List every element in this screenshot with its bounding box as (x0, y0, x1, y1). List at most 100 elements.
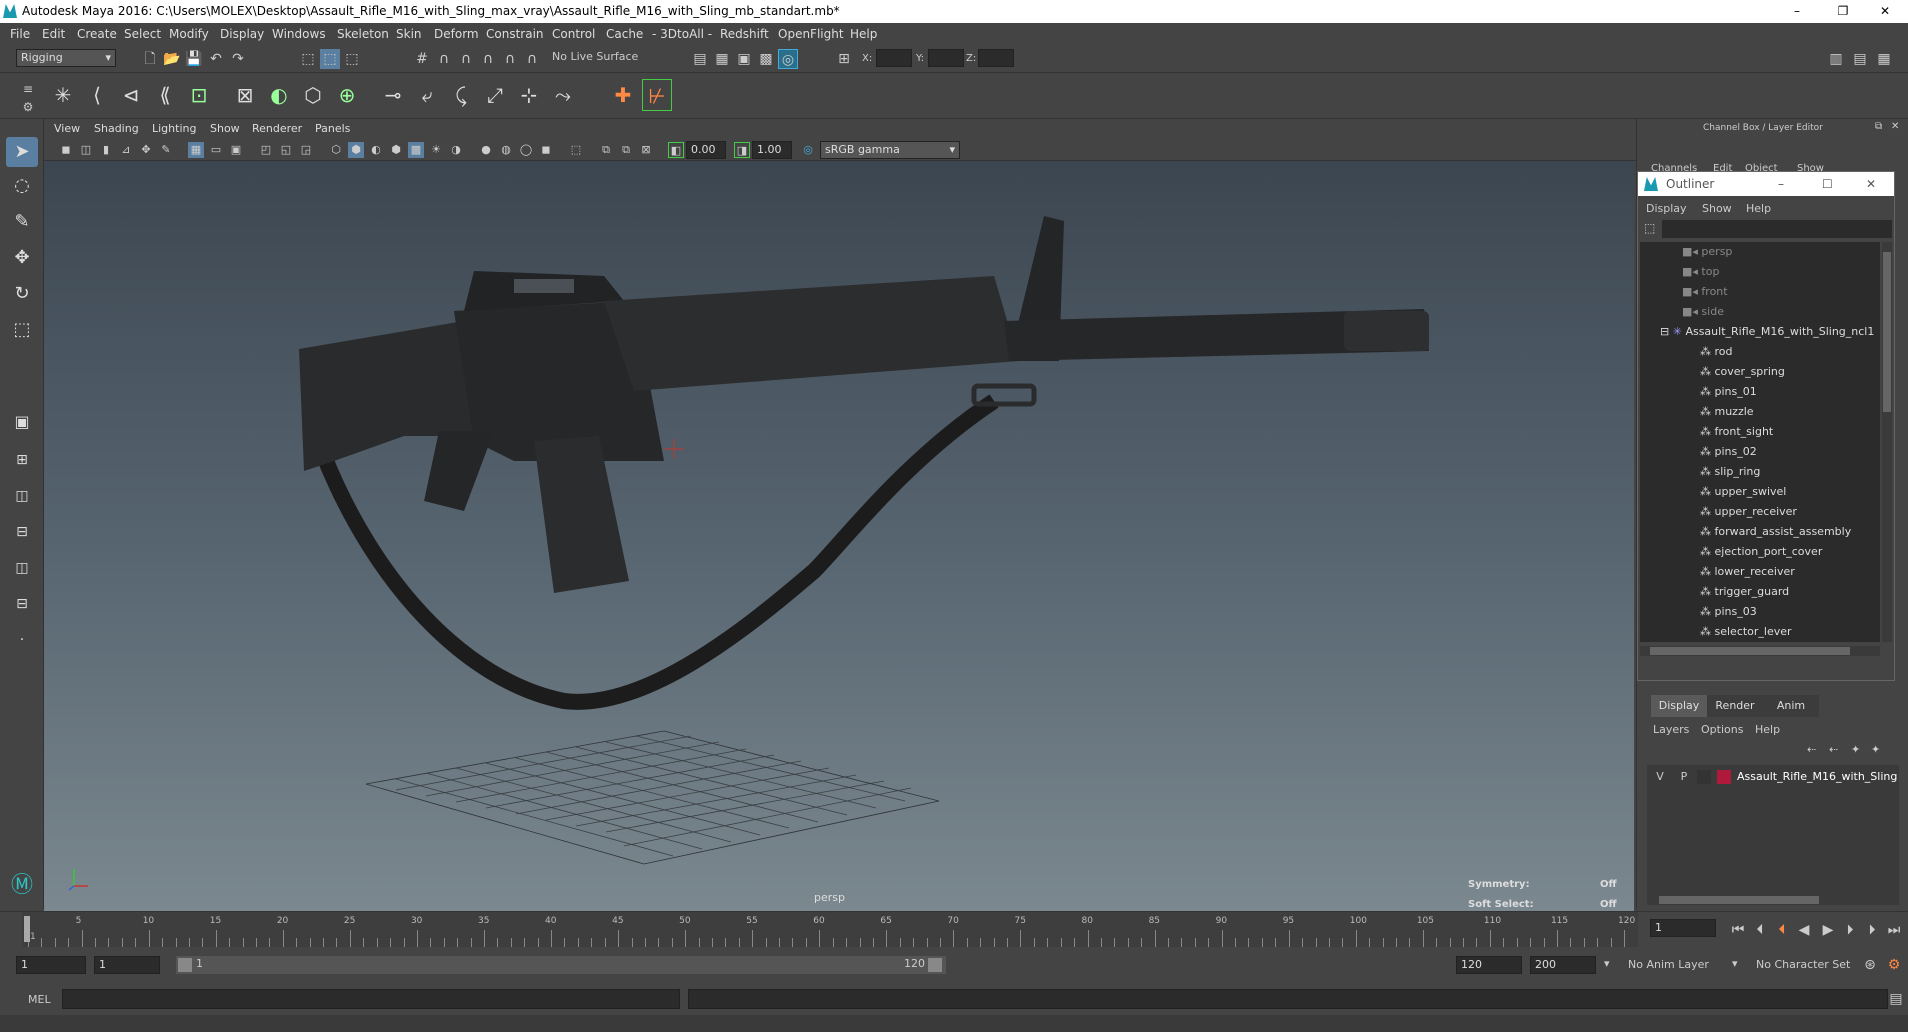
time-slider-track[interactable]: 1 5 10 15 20 25 30 35 40 45 50 55 60 65 70 75 80 85 90 95 10… (22, 912, 1638, 948)
select-tool-icon[interactable]: ➤ (6, 137, 38, 167)
open-scene-icon[interactable]: 📂 (162, 49, 182, 69)
outliner-item-child[interactable]: ⁂ pins_04 (1700, 638, 1757, 642)
scale-tool-icon[interactable]: ⬚ (6, 315, 38, 345)
modeling-toolkit-icon[interactable]: ▥ (1826, 49, 1846, 69)
layer-menu-layers[interactable]: Layers (1653, 723, 1689, 736)
step-forward-frame-icon[interactable]: ⏵ (1862, 920, 1882, 940)
four-view-icon[interactable]: ⊞ (6, 445, 38, 475)
outliner-item-child[interactable]: ⁂ forward_assist_assembly (1700, 522, 1851, 542)
snap-surface-icon[interactable]: ∩ (500, 49, 520, 69)
render-settings-icon[interactable]: ▤ (690, 49, 710, 69)
layer-display-type[interactable] (1697, 770, 1711, 784)
screen-space-ao-icon[interactable]: ● (478, 142, 494, 158)
two-view-side-icon[interactable]: ◫ (6, 481, 38, 511)
single-view-icon[interactable]: ▣ (6, 407, 38, 437)
outliner-item-child[interactable]: ⁂ pins_03 (1700, 602, 1757, 622)
image-plane-icon[interactable]: ⊿ (118, 142, 134, 158)
default-material-icon[interactable]: ◐ (368, 142, 384, 158)
field-chart-icon[interactable]: ◱ (278, 142, 294, 158)
outliner-item-child[interactable]: ⁂ upper_receiver (1700, 502, 1797, 522)
outliner-maximize-button[interactable]: ☐ (1822, 172, 1833, 196)
range-slider[interactable]: 1 120 (176, 956, 946, 974)
lattice-icon[interactable]: ⬡ (298, 79, 328, 111)
textured-icon[interactable]: ▩ (408, 142, 424, 158)
paint-select-tool-icon[interactable]: ✎ (6, 207, 38, 237)
step-back-frame-icon[interactable]: ⏴ (1750, 920, 1770, 940)
motion-blur-icon[interactable]: ◍ (498, 142, 514, 158)
outliner-item-child[interactable]: ⁂ slip_ring (1700, 462, 1760, 482)
outliner-horizontal-scrollbar[interactable] (1640, 646, 1880, 656)
animation-end-field[interactable]: 200 (1530, 956, 1596, 974)
safe-action-icon[interactable]: ◲ (298, 142, 314, 158)
panel-menu-shading[interactable]: Shading (94, 122, 139, 135)
undo-icon[interactable]: ↶ (206, 49, 226, 69)
ik-handle-icon[interactable]: ⟨ (82, 79, 112, 111)
outliner-item-top[interactable]: ■◂ top (1682, 262, 1719, 282)
layer-tab-render[interactable]: Render (1707, 695, 1763, 717)
viewport-3d[interactable]: persp Symmetry: Off Soft Select: Off (44, 161, 1634, 911)
film-gate-icon[interactable]: ▭ (208, 142, 224, 158)
outliner-window[interactable]: Outliner – ☐ ✕ Display Show Help ⬚ ■◂ pe… (1637, 171, 1895, 681)
menu-openflight[interactable]: OpenFlight (778, 27, 844, 41)
menu-modify[interactable]: Modify (169, 27, 209, 41)
input-mode-icon[interactable]: ⊞ (834, 49, 854, 69)
quick-rig-icon[interactable]: ⊡ (184, 79, 214, 111)
bind-skin-icon[interactable]: ⊠ (230, 79, 260, 111)
outliner-item-child[interactable]: ⁂ pins_02 (1700, 442, 1757, 462)
move-tool-icon[interactable]: ✥ (6, 243, 38, 273)
render-frame-icon[interactable]: ▩ (756, 49, 776, 69)
lights-icon[interactable]: ☀ (428, 142, 444, 158)
time-slider[interactable]: 1 5 10 15 20 25 30 35 40 45 50 55 60 65 70 75 80 85 90 95 10… (0, 911, 1908, 948)
chevron-down-icon[interactable]: ▾ (1732, 957, 1738, 970)
anti-aliasing-icon[interactable]: ◯ (518, 142, 534, 158)
new-layer-icon[interactable]: ✦ (1851, 743, 1860, 756)
play-backwards-icon[interactable]: ◀ (1794, 920, 1814, 940)
minimize-button[interactable]: – (1774, 0, 1820, 23)
outliner-item-child[interactable]: ⁂ cover_spring (1700, 362, 1785, 382)
menu-constrain[interactable]: Constrain (486, 27, 544, 41)
layer-color-swatch[interactable] (1717, 770, 1731, 784)
smooth-shade-icon[interactable]: ⬢ (348, 142, 364, 158)
outliner-item-child[interactable]: ⁂ lower_receiver (1700, 562, 1795, 582)
layer-playback-toggle[interactable]: P (1677, 770, 1691, 783)
resolution-gate-icon[interactable]: ▣ (228, 142, 244, 158)
close-panel-icon[interactable]: ✕ (1891, 121, 1899, 132)
scrollbar-thumb[interactable] (1659, 896, 1819, 904)
two-d-pan-icon[interactable]: ✥ (138, 142, 154, 158)
range-end-handle[interactable] (928, 958, 942, 972)
panel-menu-renderer[interactable]: Renderer (252, 122, 302, 135)
script-editor-icon[interactable]: ▤ (1886, 989, 1906, 1009)
outliner-menu-show[interactable]: Show (1702, 202, 1732, 215)
layer-tab-anim[interactable]: Anim (1763, 695, 1819, 717)
menu-file[interactable]: File (10, 27, 30, 41)
grid-toggle-icon[interactable]: ▦ (188, 142, 204, 158)
outliner-vertical-scrollbar[interactable] (1882, 242, 1892, 642)
play-forwards-icon[interactable]: ▶ (1818, 920, 1838, 940)
panel-menu-show[interactable]: Show (210, 122, 240, 135)
layer-row[interactable]: V P Assault_Rifle_M16_with_Sling (1647, 767, 1899, 787)
character-set-dropdown[interactable]: No Character Set (1756, 958, 1850, 971)
select-hierarchy-icon[interactable]: ⬚ (298, 49, 318, 69)
scale-constraint-icon[interactable]: ⤢ (480, 79, 510, 111)
live-surface-field[interactable]: No Live Surface (548, 49, 648, 67)
outliner-close-button[interactable]: ✕ (1866, 172, 1876, 196)
menu-windows[interactable]: Windows (272, 27, 326, 41)
collapse-icon[interactable]: ⊟ (1660, 325, 1673, 338)
hypershade-icon[interactable]: ◎ (778, 49, 798, 69)
outliner-item-child[interactable]: ⁂ pins_01 (1700, 382, 1757, 402)
attribute-editor-icon[interactable]: ▤ (1850, 49, 1870, 69)
outliner-menu-help[interactable]: Help (1746, 202, 1771, 215)
bookmark-icon[interactable]: ▮ (98, 142, 114, 158)
redo-icon[interactable]: ↷ (228, 49, 248, 69)
menu-skeleton[interactable]: Skeleton (337, 27, 389, 41)
shelf-menu-icon[interactable]: ≡ (18, 79, 38, 99)
point-constraint-icon[interactable]: ⊸ (378, 79, 408, 111)
xray-icon[interactable]: ⧉ (598, 142, 614, 158)
xray-active-icon[interactable]: ⧉ (618, 142, 634, 158)
orient-constraint-icon[interactable]: ⤹ (446, 79, 476, 111)
move-layer-up-icon[interactable]: ⇠ (1807, 743, 1816, 756)
snap-grid-icon[interactable]: # (412, 49, 432, 69)
lasso-tool-icon[interactable]: ◌ (6, 171, 38, 201)
menu-redshift[interactable]: Redshift (720, 27, 769, 41)
layer-name[interactable]: Assault_Rifle_M16_with_Sling (1737, 770, 1897, 783)
